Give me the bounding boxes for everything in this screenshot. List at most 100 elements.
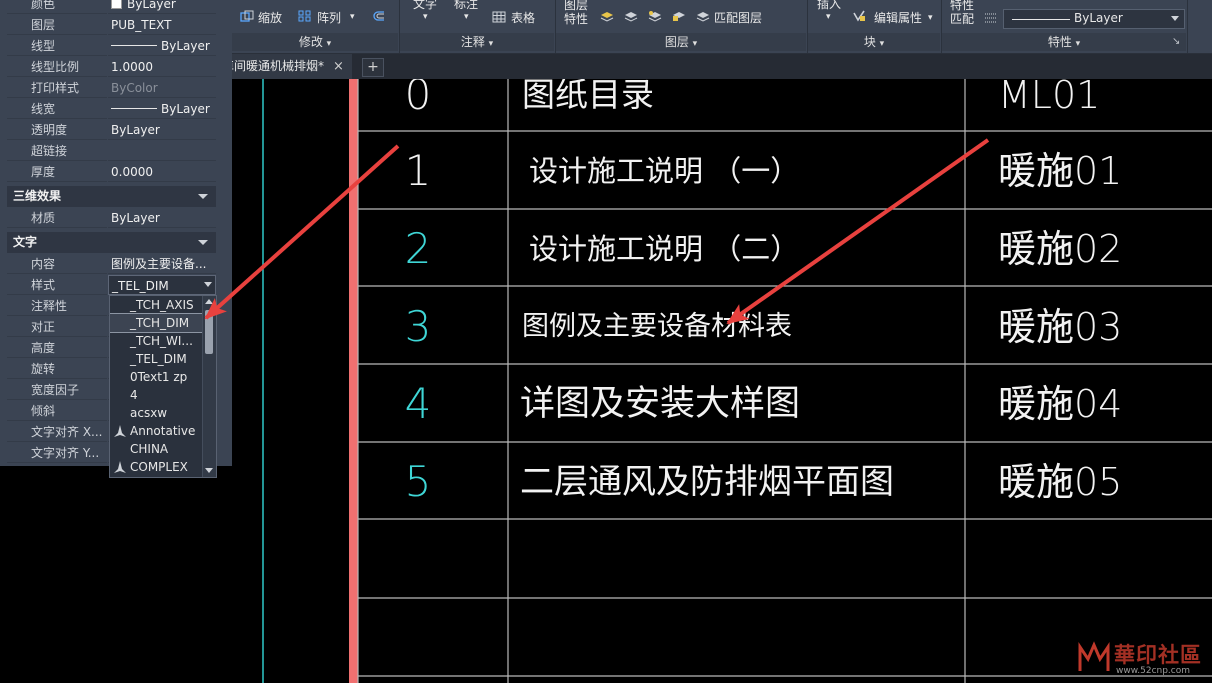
layer-freeze-icon[interactable] (648, 10, 662, 22)
property-value[interactable]: ByLayer (108, 36, 216, 56)
offset-icon[interactable] (372, 10, 386, 22)
property-row-text-style[interactable]: 样式 _TEL_DIM (7, 275, 216, 295)
table-button[interactable]: 表格 (511, 11, 535, 25)
chevron-down-icon[interactable] (204, 282, 212, 287)
property-name: 线型 (7, 36, 107, 56)
section-text[interactable]: 文字 (7, 232, 216, 253)
block-panel-label[interactable]: 块 ▾ (808, 33, 940, 51)
property-value[interactable]: PUB_TEXT (108, 15, 216, 35)
text-style-option[interactable]: CHINA (110, 440, 202, 458)
property-row-5[interactable]: 线宽 ByLayer (7, 99, 216, 119)
dimension-dropdown-icon[interactable]: ▾ (464, 10, 469, 24)
table-icon[interactable] (492, 11, 506, 23)
property-name: 图层 (7, 15, 107, 35)
edit-attribute-dropdown-icon[interactable]: ▾ (928, 11, 933, 25)
drawing-number: 0 (404, 79, 432, 119)
property-name: 文字对齐 X... (7, 422, 107, 442)
dropdown-scrollbar[interactable] (202, 296, 216, 477)
property-row-1[interactable]: 图层 PUB_TEXT (7, 15, 216, 35)
collapse-icon[interactable] (198, 194, 208, 199)
text-style-option[interactable]: 0Text1 zp (110, 368, 202, 386)
property-value[interactable]: 0.0000 (108, 162, 216, 182)
text-dropdown-icon[interactable]: ▾ (423, 10, 428, 24)
text-style-dropdown-list[interactable]: _TCH_AXIS _TCH_DIM _TCH_WI... _TEL_DIM 0Text… (109, 295, 217, 478)
property-value[interactable]: ByColor (108, 78, 216, 98)
layer-properties-button[interactable]: 图层 特性 (564, 0, 588, 26)
drawing-canvas[interactable]: 0 图纸目录 ML01 1 设计施工说明 （一） 暖施01 2 设计施工说明 （二） 暖施02 3… (232, 79, 1212, 683)
text-style-option[interactable]: 4 (110, 386, 202, 404)
property-row-3[interactable]: 线型比例 1.0000 (7, 57, 216, 77)
property-row-4[interactable]: 打印样式 ByColor (7, 78, 216, 98)
match-layer-icon[interactable] (696, 10, 710, 22)
property-value[interactable]: _TEL_DIM (108, 275, 216, 295)
watermark-text: 華印社區 (1114, 642, 1202, 667)
drawing-code: 暖施04 (998, 382, 1123, 426)
text-style-option[interactable]: _TCH_WI... (110, 332, 202, 350)
close-tab-icon[interactable]: × (333, 54, 344, 79)
text-style-option[interactable]: _TCH_DIM (110, 313, 203, 333)
text-style-option[interactable]: _TEL_DIM (110, 350, 202, 368)
drawing-number: 3 (404, 302, 432, 351)
chevron-down-icon (1171, 16, 1179, 21)
drawing-title: 设计施工说明 （一） (529, 154, 800, 188)
edit-attribute-button[interactable]: 编辑属性 (874, 11, 922, 25)
layers-panel-label[interactable]: 图层 ▾ (556, 33, 806, 51)
array-button[interactable]: 阵列 (317, 11, 341, 25)
document-tab-title: 車间暖通机械排烟* (232, 59, 325, 73)
property-value[interactable]: ByLayer (108, 120, 216, 140)
property-row-2[interactable]: 线型 ByLayer (7, 36, 216, 56)
scroll-up-icon[interactable] (205, 299, 213, 304)
property-name: 样式 (7, 275, 107, 295)
modify-panel-label[interactable]: 修改 ▾ (232, 33, 398, 51)
text-style-option[interactable]: acsxw (110, 404, 202, 422)
drawing-code: ML01 (998, 79, 1101, 117)
match-layer-button[interactable]: 匹配图层 (714, 11, 762, 25)
collapse-icon[interactable] (198, 240, 208, 245)
property-value[interactable]: 1.0000 (108, 57, 216, 77)
match-properties-button[interactable]: 特性 匹配 (950, 0, 974, 26)
array-icon[interactable] (298, 10, 312, 22)
property-value[interactable]: ByLayer (108, 0, 216, 14)
drawing-number: 4 (404, 379, 432, 428)
dialog-launcher-icon[interactable]: ↘ (1172, 35, 1180, 49)
edit-attribute-icon[interactable] (852, 10, 866, 22)
text-style-option[interactable]: COMPLEX (110, 458, 202, 476)
property-row-material[interactable]: 材质 ByLayer (7, 208, 216, 228)
text-style-option[interactable]: _TCH_AXIS (110, 296, 202, 314)
scrollbar-thumb[interactable] (205, 310, 213, 354)
document-tab[interactable]: 車间暖通机械排烟* × (232, 54, 352, 79)
drawing-number: 5 (404, 457, 432, 506)
drawing-code: 暖施01 (998, 149, 1123, 193)
insert-dropdown-icon[interactable]: ▾ (826, 10, 831, 24)
property-value[interactable] (108, 141, 216, 161)
layer-isolate-icon[interactable] (624, 10, 638, 22)
annotation-panel-label[interactable]: 注释 ▾ (400, 33, 554, 51)
option-label: CHINA (130, 442, 169, 456)
property-value[interactable]: 图例及主要设备... (108, 254, 216, 274)
property-name: 旋转 (7, 359, 107, 379)
drawing-title: 图例及主要设备材料表 (522, 311, 792, 342)
property-row-8[interactable]: 厚度 0.0000 (7, 162, 216, 182)
text-style-option[interactable]: Annotative (110, 422, 202, 440)
layer-lock-icon[interactable] (672, 10, 686, 22)
drawing-title: 图纸目录 (522, 79, 654, 114)
scale-button[interactable]: 缩放 (258, 11, 282, 25)
scale-icon[interactable] (240, 10, 254, 22)
property-name: 厚度 (7, 162, 107, 182)
array-dropdown-icon[interactable]: ▾ (350, 10, 355, 24)
section-3d-effects[interactable]: 三维效果 (7, 186, 216, 207)
property-value[interactable]: ByLayer (108, 208, 216, 228)
property-row-7[interactable]: 超链接 (7, 141, 216, 161)
layer-state-icon[interactable] (600, 10, 614, 22)
properties-panel-label[interactable]: 特性 ▾ (942, 33, 1186, 51)
new-tab-button[interactable]: + (362, 58, 384, 77)
property-row-0[interactable]: 颜色 ByLayer (7, 0, 216, 14)
property-row-content[interactable]: 内容 图例及主要设备... (7, 254, 216, 274)
property-value[interactable]: ByLayer (108, 99, 216, 119)
lineweight-select[interactable]: ByLayer (1003, 9, 1185, 29)
layers-panel-title: 图层 (664, 35, 689, 49)
scroll-down-icon[interactable] (205, 468, 213, 473)
panel-expand-icon: ▾ (488, 39, 494, 49)
block-panel-title: 块 (863, 35, 876, 49)
property-row-6[interactable]: 透明度 ByLayer (7, 120, 216, 140)
